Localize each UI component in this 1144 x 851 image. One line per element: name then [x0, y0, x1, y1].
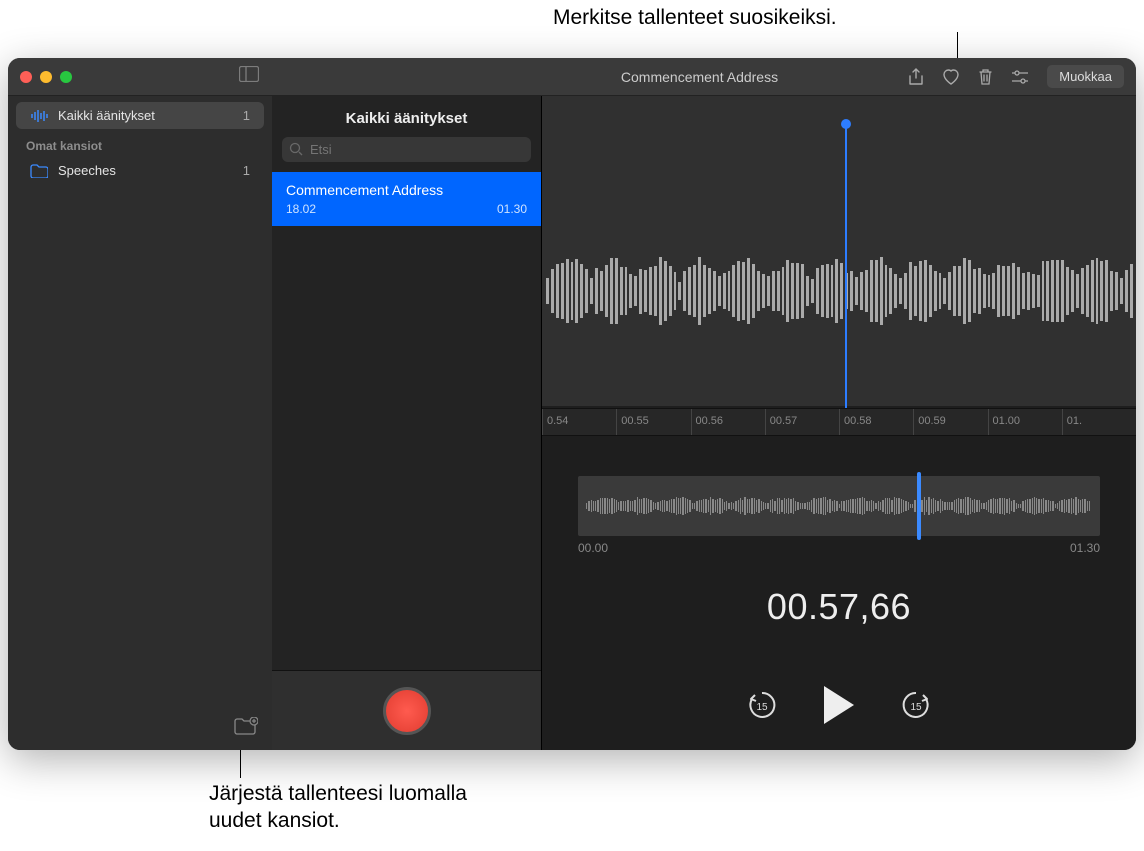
timeline-tick: 00.58 [839, 409, 913, 435]
search-input[interactable] [282, 137, 531, 162]
play-button[interactable] [824, 686, 854, 724]
timeline-tick: 01.00 [988, 409, 1062, 435]
settings-sliders-icon[interactable] [1011, 70, 1029, 84]
sidebar-toggle-icon[interactable] [239, 66, 259, 87]
sidebar-item-speeches[interactable]: Speeches 1 [16, 157, 264, 184]
traffic-lights[interactable] [20, 71, 72, 83]
callout-favorites: Merkitse tallenteet suosikeiksi. [553, 4, 837, 31]
new-folder-icon[interactable] [234, 717, 258, 740]
timeline-tick: 00.59 [913, 409, 987, 435]
svg-text:15: 15 [756, 702, 768, 713]
sidebar: Kaikki äänitykset 1 Omat kansiot Speeche… [8, 96, 272, 750]
callout-line-bottom [240, 748, 241, 778]
timeline-tick: 00.56 [691, 409, 765, 435]
list-header: Kaikki äänitykset [272, 96, 541, 137]
svg-text:15: 15 [910, 702, 922, 713]
timeline-tick: 0.54 [542, 409, 616, 435]
close-window-button[interactable] [20, 71, 32, 83]
sidebar-item-label: Kaikki äänitykset [58, 108, 155, 123]
share-icon[interactable] [908, 68, 924, 86]
callout-folders: Järjestä tallenteesi luomalla uudet kans… [209, 780, 467, 835]
waveform-overview[interactable] [578, 476, 1100, 536]
waveform-icon [30, 109, 50, 123]
folder-icon [30, 164, 50, 178]
minimize-window-button[interactable] [40, 71, 52, 83]
recordings-list-column: Kaikki äänitykset Commencement Address 1… [272, 96, 542, 750]
edit-button[interactable]: Muokkaa [1047, 65, 1124, 88]
sidebar-item-all-recordings[interactable]: Kaikki äänitykset 1 [16, 102, 264, 129]
record-button[interactable] [383, 687, 431, 735]
search-icon [289, 142, 303, 161]
playhead[interactable] [845, 124, 847, 414]
overview-playhead[interactable] [917, 472, 921, 540]
waveform-large[interactable] [542, 96, 1136, 406]
zoom-window-button[interactable] [60, 71, 72, 83]
recording-date: 18.02 [286, 202, 316, 216]
skip-forward-button[interactable]: 15 [900, 689, 932, 721]
window-title: Commencement Address [621, 69, 778, 85]
detail-pane: 0.5400.5500.5600.5700.5800.5901.0001. 00… [542, 96, 1136, 750]
timeline-ruler[interactable]: 0.5400.5500.5600.5700.5800.5901.0001. [542, 408, 1136, 436]
sidebar-item-count: 1 [243, 163, 250, 178]
timeline-tick: 00.57 [765, 409, 839, 435]
recording-list-item[interactable]: Commencement Address 18.02 01.30 [272, 172, 541, 226]
timeline-tick: 00.55 [616, 409, 690, 435]
timecode-display: 00.57,66 [542, 586, 1136, 628]
recording-duration: 01.30 [497, 202, 527, 216]
timeline-tick: 01. [1062, 409, 1136, 435]
sidebar-item-label: Speeches [58, 163, 116, 178]
sidebar-item-count: 1 [243, 108, 250, 123]
recording-title: Commencement Address [286, 182, 527, 198]
skip-back-button[interactable]: 15 [746, 689, 778, 721]
app-window: Commencement Address Muokkaa [8, 58, 1136, 750]
favorite-icon[interactable] [942, 69, 960, 85]
sidebar-section-header: Omat kansiot [8, 129, 272, 157]
trash-icon[interactable] [978, 68, 993, 85]
overview-start-label: 00.00 [578, 541, 608, 555]
titlebar: Commencement Address Muokkaa [8, 58, 1136, 96]
overview-end-label: 01.30 [1070, 541, 1100, 555]
